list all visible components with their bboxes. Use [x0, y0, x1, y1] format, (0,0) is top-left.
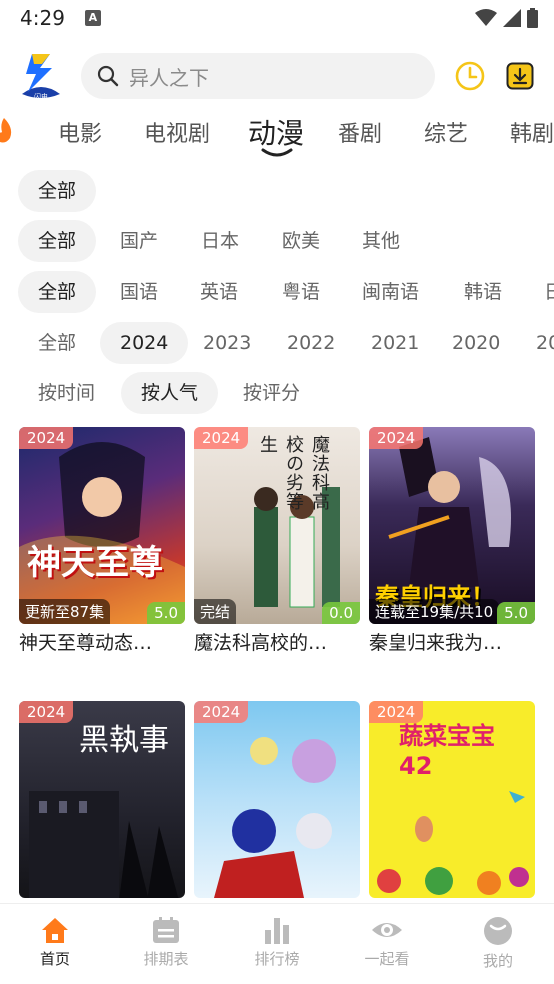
filter-chip[interactable]: 韩语 [444, 271, 522, 313]
poster-title-art: 黑執事 [79, 723, 169, 758]
search-bar[interactable]: 异人之下 [81, 53, 435, 99]
nav-ranking[interactable]: 排行榜 [237, 916, 317, 969]
search-icon [97, 65, 119, 87]
anime-card[interactable]: 蔬菜宝宝 42 2024 [369, 701, 535, 898]
filter-chip[interactable]: 全部 [18, 220, 97, 262]
filter-chip[interactable]: 20 [516, 322, 554, 364]
tab-movie[interactable]: 电影 [58, 116, 102, 148]
poster-image[interactable]: 蔬菜宝宝 42 2024 [369, 701, 535, 898]
score-badge: 5.0 [497, 602, 535, 624]
filter-chip[interactable]: 其他 [342, 220, 420, 262]
filter-row-year: 全部 2024 2023 2022 2021 2020 20 [0, 322, 554, 364]
filter-row-type: 全部 [0, 170, 554, 212]
poster-title-art: 蔬菜宝宝 42 [399, 722, 495, 780]
score-badge: 5.0 [147, 602, 185, 624]
nav-watch-together[interactable]: 一起看 [347, 916, 427, 969]
app-logo[interactable]: 闪电 [18, 50, 64, 101]
poster-title-art: 魔法科高校の劣等生 [257, 435, 330, 511]
bar-chart-icon [265, 918, 289, 944]
episode-status: 完结 [194, 599, 237, 624]
filter-chip[interactable]: 全部 [18, 170, 97, 212]
episode-status: 更新至87集 [19, 599, 111, 624]
nav-label: 排行榜 [254, 950, 300, 968]
nav-profile[interactable]: 我的 [458, 916, 538, 971]
year-badge: 2024 [369, 701, 424, 723]
fire-icon [0, 118, 12, 143]
active-tab-indicator [261, 148, 293, 157]
logo-text: 闪电 [34, 92, 48, 100]
nav-label: 我的 [482, 952, 513, 970]
filter-chip[interactable]: 2023 [183, 322, 271, 364]
tab-anime[interactable]: 动漫 [248, 112, 304, 152]
filter-chip[interactable]: 英语 [180, 271, 258, 313]
nav-home[interactable]: 首页 [15, 916, 95, 969]
eye-icon [372, 923, 402, 937]
nav-label: 排期表 [143, 950, 189, 968]
anime-title[interactable]: 秦皇归来我为… [369, 628, 535, 655]
year-badge: 2024 [194, 427, 249, 449]
nav-label: 首页 [39, 950, 70, 968]
bottom-navigation: 首页 排期表 排行榜 一起看 我的 [0, 903, 554, 984]
calendar-icon [153, 917, 179, 943]
anime-card[interactable]: 秦皇归来！ 2024 连载至19集/共10 5.0 秦皇归来我为… [369, 427, 535, 655]
anime-card[interactable]: 2024 [194, 701, 360, 898]
history-clock-icon[interactable] [454, 60, 486, 92]
filter-chip[interactable]: 日本 [181, 220, 259, 262]
home-icon [42, 918, 68, 943]
filter-chip[interactable]: 按时间 [18, 372, 115, 414]
year-badge: 2024 [194, 701, 249, 723]
filter-chip[interactable]: 2024 [100, 322, 189, 364]
anime-card[interactable]: 神天至尊 2024 更新至87集 5.0 神天至尊动态… [19, 427, 185, 655]
filter-chip[interactable]: 2020 [432, 322, 520, 364]
year-badge: 2024 [369, 427, 424, 449]
anime-card[interactable]: 黑執事 2024 [19, 701, 185, 898]
download-icon[interactable] [506, 62, 534, 90]
anime-title[interactable]: 神天至尊动态… [19, 628, 185, 655]
poster-image[interactable]: 2024 [194, 701, 360, 898]
nav-schedule[interactable]: 排期表 [126, 916, 206, 969]
filter-chip[interactable]: 全部 [18, 322, 96, 364]
notification-badge-icon: A [84, 10, 101, 26]
poster-image[interactable]: 神天至尊 2024 更新至87集 5.0 [19, 427, 185, 624]
nav-label: 一起看 [364, 950, 410, 968]
status-bar: 4:29 A [0, 0, 554, 36]
year-badge: 2024 [19, 701, 74, 723]
filter-row-region: 全部 国产 日本 欧美 其他 [0, 220, 554, 262]
anime-card[interactable]: 魔法科高校の劣等生 2024 完结 0.0 魔法科高校的… [194, 427, 360, 655]
episode-status: 连载至19集/共10 [369, 599, 500, 624]
status-icons [475, 8, 538, 28]
status-time: 4:29 [20, 6, 65, 30]
battery-icon [527, 8, 538, 28]
search-input[interactable]: 异人之下 [129, 62, 209, 91]
filter-row-language: 全部 国语 英语 粤语 闽南语 韩语 日 [0, 271, 554, 313]
score-badge: 0.0 [322, 602, 360, 624]
filter-chip[interactable]: 欧美 [262, 220, 340, 262]
poster-image[interactable]: 黑執事 2024 [19, 701, 185, 898]
filter-chip[interactable]: 日 [524, 271, 554, 313]
header: 闪电 异人之下 [0, 48, 554, 104]
poster-title-art: 神天至尊 [27, 543, 163, 583]
filter-chip[interactable]: 按评分 [223, 372, 320, 414]
tab-korean-drama[interactable]: 韩剧 [510, 116, 554, 148]
filter-chip[interactable]: 闽南语 [342, 271, 439, 313]
category-tabs: 电影 电视剧 动漫 番剧 综艺 韩剧 [0, 108, 554, 158]
filter-chip[interactable]: 全部 [18, 271, 97, 313]
poster-image[interactable]: 秦皇归来！ 2024 连载至19集/共10 5.0 [369, 427, 535, 624]
year-badge: 2024 [19, 427, 74, 449]
tab-variety[interactable]: 综艺 [424, 116, 468, 148]
profile-icon [484, 917, 512, 945]
tab-tv-series[interactable]: 电视剧 [144, 116, 210, 148]
filter-chip[interactable]: 粤语 [262, 271, 340, 313]
filter-chip[interactable]: 2022 [267, 322, 355, 364]
tab-bangumi[interactable]: 番剧 [338, 116, 382, 148]
filter-chip[interactable]: 2021 [351, 322, 439, 364]
poster-image[interactable]: 魔法科高校の劣等生 2024 完结 0.0 [194, 427, 360, 624]
filter-chip[interactable]: 国语 [100, 271, 178, 313]
filter-row-sort: 按时间 按人气 按评分 [0, 372, 554, 414]
filter-chip[interactable]: 按人气 [121, 372, 219, 414]
filter-chip[interactable]: 国产 [100, 220, 178, 262]
signal-icon [503, 9, 521, 27]
anime-title[interactable]: 魔法科高校的… [194, 628, 360, 655]
wifi-icon [475, 9, 497, 26]
